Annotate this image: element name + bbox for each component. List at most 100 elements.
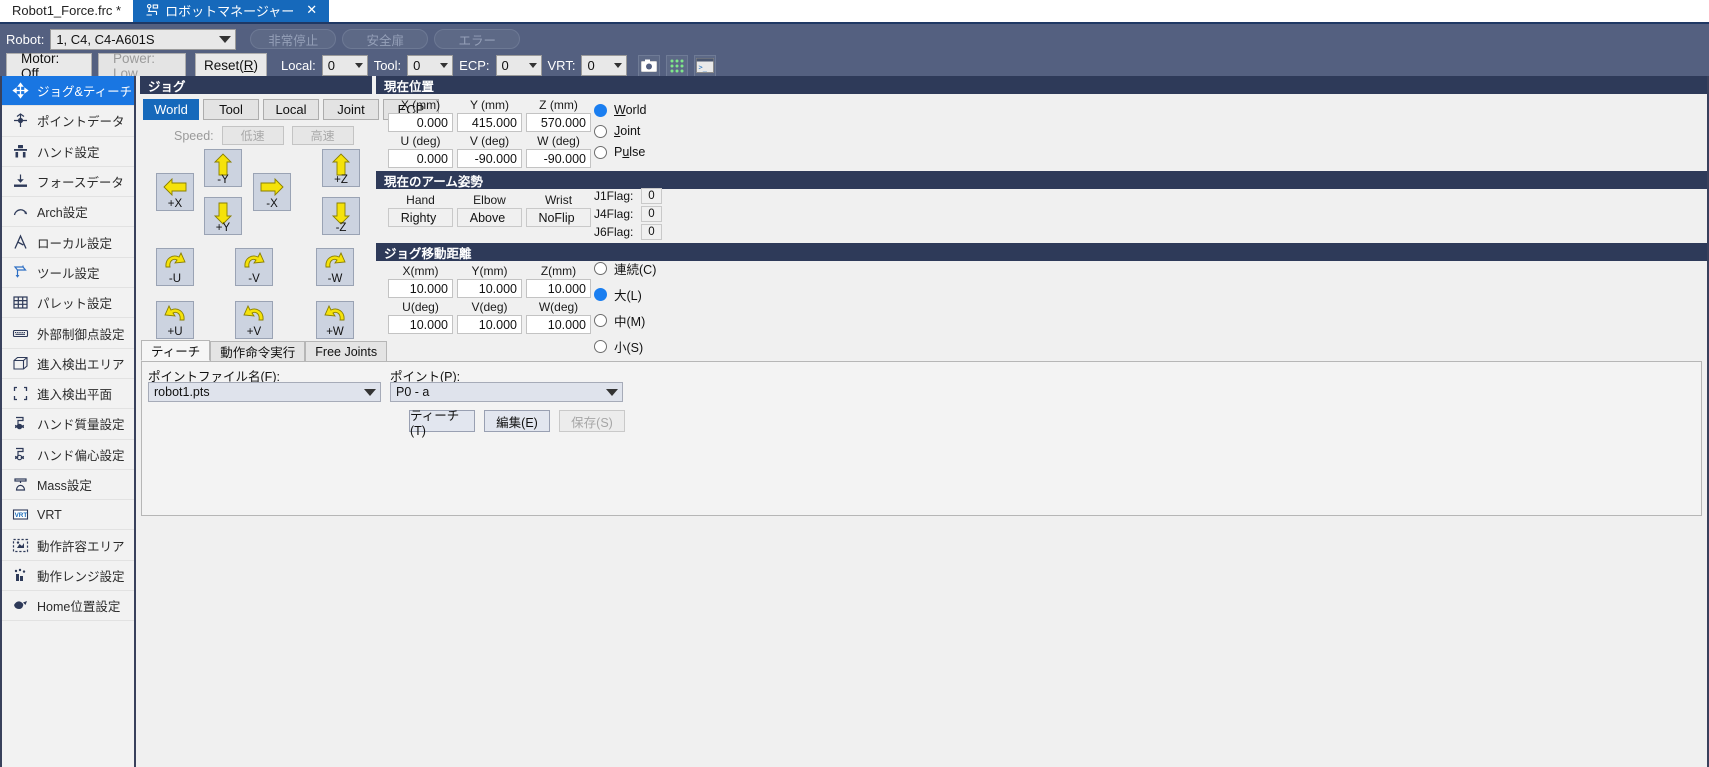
- camera-icon[interactable]: [638, 55, 660, 77]
- vrt-select[interactable]: 0: [581, 55, 627, 76]
- jog-button-minus-z[interactable]: -Z: [322, 197, 360, 235]
- sidebar-item-hand-weight[interactable]: ハンド質量設定: [2, 409, 134, 439]
- tab-teach[interactable]: ティーチ: [141, 340, 210, 361]
- save-button[interactable]: 保存(S): [559, 410, 625, 432]
- sidebar-item-entry-plane[interactable]: 進入検出平面: [2, 379, 134, 409]
- chevron-down-icon: [219, 36, 231, 43]
- label-wrist: Wrist: [526, 193, 591, 207]
- chevron-down-icon: [529, 63, 537, 68]
- speed-label: Speed:: [174, 129, 214, 143]
- arch-setting-icon: [12, 203, 29, 220]
- tab-robot-manager[interactable]: ロボットマネージャー ✕: [133, 0, 329, 22]
- tab-motion-command[interactable]: 動作命令実行: [210, 341, 305, 361]
- sidebar-item-hand-setting[interactable]: ハンド設定: [2, 137, 134, 167]
- sidebar-item-local-setting[interactable]: ローカル設定: [2, 227, 134, 257]
- edit-button[interactable]: 編集(E): [484, 410, 550, 432]
- jog-button-minus-x[interactable]: -X: [253, 173, 291, 211]
- radio-joint[interactable]: Joint: [594, 124, 646, 138]
- radio-label: Joint: [614, 124, 640, 138]
- motor-toggle-button[interactable]: Motor: Off: [6, 53, 92, 78]
- jog-button-minus-v[interactable]: -V: [235, 248, 273, 286]
- tab-free-joints[interactable]: Free Joints: [305, 341, 387, 361]
- sidebar-item-motion-range[interactable]: 動作レンジ設定: [2, 561, 134, 591]
- jog-mode-world[interactable]: World: [143, 99, 199, 120]
- sidebar-item-arch-setting[interactable]: Arch設定: [2, 197, 134, 227]
- sidebar-item-motion-area[interactable]: 動作許容エリア: [2, 530, 134, 560]
- sidebar-item-pallet-setting[interactable]: パレット設定: [2, 288, 134, 318]
- radio-pulse[interactable]: Pulse: [594, 145, 646, 159]
- sidebar-item-jog-teach[interactable]: ジョグ&ティーチ: [2, 76, 134, 106]
- current-position-title: 現在位置: [384, 76, 434, 95]
- reset-button[interactable]: Reset(R): [195, 53, 267, 78]
- radio-world[interactable]: World: [594, 103, 646, 117]
- sidebar-item-home-position[interactable]: Home位置設定: [2, 591, 134, 621]
- power-toggle-button[interactable]: Power: Low: [98, 53, 186, 78]
- label-y-mm: Y (mm): [457, 98, 522, 112]
- point-file-select[interactable]: robot1.pts: [148, 382, 381, 402]
- jd-value-z[interactable]: 10.000: [526, 279, 591, 298]
- local-select[interactable]: 0: [322, 55, 368, 76]
- jd-value-y[interactable]: 10.000: [457, 279, 522, 298]
- jd-value-w[interactable]: 10.000: [526, 315, 591, 334]
- jog-button-plus-v[interactable]: +V: [235, 301, 273, 339]
- jog-label: -X: [266, 199, 278, 210]
- sidebar-item-hand-inertia[interactable]: ハンド偏心設定: [2, 440, 134, 470]
- position-labels-xyz: X (mm) Y (mm) Z (mm): [388, 98, 591, 112]
- sidebar-item-tool-setting[interactable]: ツール設定: [2, 258, 134, 288]
- jog-label: -Y: [217, 175, 229, 186]
- jd-value-x[interactable]: 10.000: [388, 279, 453, 298]
- app-body: ジョグ&ティーチ ポイントデータ ハンド設定: [0, 76, 1709, 767]
- jd-value-v[interactable]: 10.000: [457, 315, 522, 334]
- svg-text:>_: >_: [699, 64, 708, 72]
- radio-small[interactable]: 小(S): [594, 337, 656, 356]
- force-data-icon: [12, 173, 29, 190]
- jog-distance-header: ジョグ移動距離: [376, 243, 1707, 261]
- sidebar-item-force-data[interactable]: フォースデータ: [2, 167, 134, 197]
- coordinate-mode-radios: World Joint Pulse: [594, 103, 646, 159]
- local-select-value: 0: [328, 58, 335, 73]
- teach-button[interactable]: ティーチ(T): [409, 410, 475, 432]
- arm-pose-values: Righty Above NoFlip: [388, 208, 591, 227]
- hand-weight-icon: [12, 415, 29, 432]
- tool-select[interactable]: 0: [407, 55, 453, 76]
- sidebar-item-label: ハンド質量設定: [37, 414, 125, 433]
- point-select[interactable]: P0 - a: [390, 382, 623, 402]
- svg-text:VRT: VRT: [15, 512, 28, 519]
- radio-label: 連続(C): [614, 259, 656, 278]
- jog-button-minus-y[interactable]: -Y: [204, 149, 242, 187]
- close-icon[interactable]: ✕: [306, 2, 317, 18]
- speed-high-button[interactable]: 高速: [292, 126, 354, 145]
- jog-button-plus-x[interactable]: +X: [156, 173, 194, 211]
- sidebar-item-point-data[interactable]: ポイントデータ: [2, 106, 134, 136]
- jog-button-plus-y[interactable]: +Y: [204, 197, 242, 235]
- ecp-select[interactable]: 0: [496, 55, 542, 76]
- jog-button-minus-u[interactable]: -U: [156, 248, 194, 286]
- sidebar-item-vrt[interactable]: VRT VRT: [2, 500, 134, 530]
- robot-select[interactable]: 1, C4, C4-A601S: [50, 29, 236, 50]
- jog-button-plus-u[interactable]: +U: [156, 301, 194, 339]
- jog-mode-tool[interactable]: Tool: [203, 99, 259, 120]
- jd-value-u[interactable]: 10.000: [388, 315, 453, 334]
- jog-mode-local[interactable]: Local: [263, 99, 319, 120]
- flag-value-j4: 0: [641, 206, 662, 222]
- jog-button-plus-w[interactable]: +W: [316, 301, 354, 339]
- jog-group-title: ジョグ: [148, 76, 186, 95]
- jog-distance-mode-radios: 連続(C) 大(L) 中(M) 小(S): [594, 259, 656, 356]
- sidebar-item-mass-setting[interactable]: Mass設定: [2, 470, 134, 500]
- radio-medium[interactable]: 中(M): [594, 311, 656, 330]
- sidebar-item-entry-area[interactable]: 進入検出エリア: [2, 349, 134, 379]
- radio-large[interactable]: 大(L): [594, 285, 656, 304]
- radio-continuous[interactable]: 連続(C): [594, 259, 656, 278]
- jog-button-minus-w[interactable]: -W: [316, 248, 354, 286]
- command-window-icon[interactable]: >_: [694, 55, 716, 77]
- dots-grid-icon[interactable]: [666, 55, 688, 77]
- robot-manager-icon: [145, 3, 159, 17]
- jog-group-header: ジョグ: [140, 76, 372, 94]
- jog-mode-joint[interactable]: Joint: [323, 99, 379, 120]
- tab-robot1-force[interactable]: Robot1_Force.frc *: [0, 0, 133, 22]
- robot-manager-window: Robot1_Force.frc * ロボットマネージャー ✕ Robot: 1…: [0, 0, 1709, 767]
- sidebar-item-ecp-setting[interactable]: 外部制御点設定: [2, 318, 134, 348]
- speed-low-button[interactable]: 低速: [222, 126, 284, 145]
- jog-button-plus-z[interactable]: +Z: [322, 149, 360, 187]
- jd-label-u: U(deg): [388, 300, 453, 314]
